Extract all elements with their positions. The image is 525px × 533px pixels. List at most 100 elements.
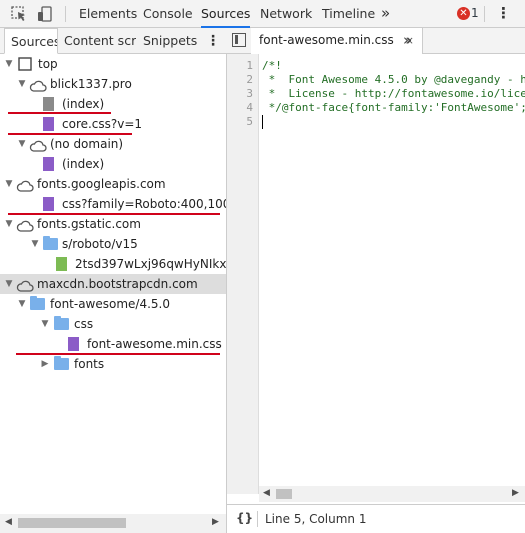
- tree-item-label: maxcdn.bootstrapcdn.com: [37, 277, 198, 291]
- tree-item-label: fonts: [74, 357, 105, 371]
- annotation-underline: [16, 353, 220, 355]
- line-number: 2: [246, 73, 253, 86]
- tree-item-domain[interactable]: ▼ (no domain): [0, 134, 226, 154]
- tree-item-label: font-awesome.min.css: [87, 337, 222, 351]
- line-number: 5: [246, 115, 253, 128]
- navigator-pane: Sources Content scr... Snippets ⋮ ▼ top …: [0, 28, 227, 533]
- line-number: 4: [246, 101, 253, 114]
- line-number: 3: [246, 87, 253, 100]
- tree-item-label: css?family=Roboto:400,100,300: [62, 197, 226, 211]
- code-editor[interactable]: /*! * Font Awesome 4.5.0 by @davegandy -…: [262, 54, 525, 494]
- stylesheet-file-icon: [43, 197, 54, 211]
- annotation-underline: [8, 133, 132, 135]
- more-tabs-chevron-icon[interactable]: »: [381, 0, 390, 28]
- tree-item-file[interactable]: font-awesome.min.css: [0, 334, 226, 354]
- tree-item-file[interactable]: 2tsd397wLxj96qwHyNIkxPesZ: [0, 254, 226, 274]
- pretty-print-icon[interactable]: {}: [236, 511, 253, 525]
- code-line: */@font-face{font-family:'FontAwesome';: [262, 101, 525, 114]
- navigator-menu-icon[interactable]: ⋮: [206, 28, 220, 54]
- devtools-menu-icon[interactable]: ⋮: [496, 0, 511, 28]
- tree-item-label: (index): [62, 97, 105, 111]
- tree-item-label: core.css?v=1: [62, 117, 143, 131]
- tree-item-label: s/roboto/v15: [62, 237, 138, 251]
- code-line: * Font Awesome 4.5.0 by @davegandy - h: [262, 73, 525, 86]
- tab-network[interactable]: Network: [260, 0, 312, 28]
- scrollbar-thumb[interactable]: [276, 489, 292, 499]
- editor-tabs: font-awesome.min.css × »: [227, 28, 525, 54]
- folder-icon: [54, 316, 69, 330]
- expand-triangle-icon[interactable]: ▼: [4, 54, 14, 74]
- device-mode-icon[interactable]: [36, 5, 54, 23]
- inspect-element-icon[interactable]: [10, 5, 28, 23]
- tree-item-folder[interactable]: ▼ css: [0, 314, 226, 334]
- collapse-triangle-icon[interactable]: ▶: [40, 354, 50, 374]
- tab-console[interactable]: Console: [143, 0, 193, 28]
- text-cursor: [262, 115, 263, 129]
- tree-item-label: fonts.gstatic.com: [37, 217, 141, 231]
- tree-item-file[interactable]: (index): [0, 154, 226, 174]
- error-icon[interactable]: ✕: [457, 7, 470, 20]
- folder-icon: [43, 236, 58, 250]
- tree-item-file[interactable]: (index): [0, 94, 226, 114]
- navigator-tabs: Sources Content scr... Snippets ⋮: [0, 28, 227, 54]
- tree-item-label: css: [74, 317, 94, 331]
- expand-triangle-icon[interactable]: ▼: [4, 274, 14, 294]
- tab-snippets[interactable]: Snippets: [143, 28, 199, 54]
- code-line: * License - http://fontawesome.io/lice: [262, 87, 525, 100]
- more-editor-tabs-chevron-icon[interactable]: »: [403, 28, 412, 54]
- scroll-right-arrow-icon[interactable]: ▶: [212, 517, 219, 527]
- editor-tab-font-awesome[interactable]: font-awesome.min.css ×: [251, 28, 423, 54]
- expand-triangle-icon[interactable]: ▼: [17, 294, 27, 314]
- tree-item-folder[interactable]: ▼ s/roboto/v15: [0, 234, 226, 254]
- file-tree: ▼ top ▼ blick1337.pro (index) core.css?v…: [0, 54, 226, 514]
- code-line: /*!: [262, 59, 282, 72]
- editor-status-bar: {} Line 5, Column 1: [227, 504, 525, 533]
- tree-item-label: fonts.googleapis.com: [37, 177, 166, 191]
- tree-item-domain-selected[interactable]: ▼ maxcdn.bootstrapcdn.com: [0, 274, 226, 294]
- tab-sources[interactable]: Sources: [201, 0, 251, 28]
- expand-triangle-icon[interactable]: ▼: [4, 174, 14, 194]
- scrollbar-thumb[interactable]: [18, 518, 126, 528]
- error-count[interactable]: 1: [471, 0, 479, 28]
- tree-item-label: blick1337.pro: [50, 77, 132, 91]
- scroll-left-arrow-icon[interactable]: ◀: [5, 517, 12, 527]
- tree-item-file[interactable]: css?family=Roboto:400,100,300: [0, 194, 226, 214]
- toggle-navigator-icon[interactable]: [232, 33, 246, 47]
- tree-item-domain[interactable]: ▼ fonts.gstatic.com: [0, 214, 226, 234]
- scroll-right-arrow-icon[interactable]: ▶: [512, 488, 519, 498]
- horizontal-scrollbar[interactable]: ◀ ▶: [0, 514, 226, 533]
- tree-item-domain[interactable]: ▼ blick1337.pro: [0, 74, 226, 94]
- tree-item-label: (no domain): [50, 137, 124, 151]
- font-file-icon: [56, 257, 67, 271]
- tree-item-label: (index): [62, 157, 105, 171]
- stylesheet-file-icon: [43, 157, 54, 171]
- stylesheet-file-icon: [43, 117, 54, 131]
- folder-icon: [54, 356, 69, 370]
- tab-elements[interactable]: Elements: [79, 0, 137, 28]
- tab-sources-navigator[interactable]: Sources: [4, 28, 58, 54]
- tab-content-scripts[interactable]: Content scr...: [64, 28, 136, 54]
- expand-triangle-icon[interactable]: ▼: [30, 234, 40, 254]
- document-file-icon: [43, 97, 54, 111]
- tree-item-domain[interactable]: ▼ fonts.googleapis.com: [0, 174, 226, 194]
- expand-triangle-icon[interactable]: ▼: [40, 314, 50, 334]
- annotation-underline: [8, 112, 111, 114]
- tree-item-label: font-awesome/4.5.0: [50, 297, 170, 311]
- devtools-toolbar: Elements Console Sources Network Timelin…: [0, 0, 525, 28]
- editor-tab-label: font-awesome.min.css: [259, 33, 394, 47]
- expand-triangle-icon[interactable]: ▼: [17, 74, 27, 94]
- tab-timeline[interactable]: Timeline: [322, 0, 375, 28]
- line-number-gutter: 1 2 3 4 5: [227, 54, 259, 494]
- line-number: 1: [246, 59, 253, 72]
- tree-item-top[interactable]: ▼ top: [0, 54, 226, 74]
- tree-item-folder[interactable]: ▼ font-awesome/4.5.0: [0, 294, 226, 314]
- scroll-left-arrow-icon[interactable]: ◀: [263, 488, 270, 498]
- editor-horizontal-scrollbar[interactable]: ◀ ▶: [259, 486, 525, 502]
- editor-pane: font-awesome.min.css × » 1 2 3 4 5 /*! *…: [227, 28, 525, 533]
- expand-triangle-icon[interactable]: ▼: [17, 134, 27, 154]
- stylesheet-file-icon: [68, 337, 79, 351]
- tree-item-file[interactable]: core.css?v=1: [0, 114, 226, 134]
- expand-triangle-icon[interactable]: ▼: [4, 214, 14, 234]
- cursor-position: Line 5, Column 1: [265, 512, 367, 526]
- tree-item-folder[interactable]: ▶ fonts: [0, 354, 226, 374]
